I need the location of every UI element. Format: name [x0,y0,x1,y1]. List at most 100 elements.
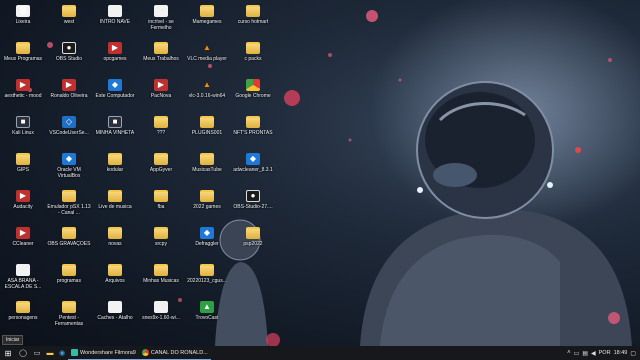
desktop-icon[interactable]: ▶ Ronaldo Oliveira [46,76,92,112]
desktop-icon[interactable]: curso hotmart [230,2,276,38]
search-icon: ◯ [19,350,27,357]
desktop-icon[interactable]: MusicasTube [184,150,230,186]
search-button[interactable]: ◯ [16,346,30,360]
desktop-icon-label: west [63,19,75,25]
folder-icon [62,264,76,276]
notification-icon[interactable]: ▢ [630,350,636,357]
desktop-icon[interactable]: Live de musica [92,187,138,223]
desktop-icon[interactable]: Emulador pSX 1.13 - Canal ... [46,187,92,223]
desktop-icon[interactable]: GIPS [0,150,46,186]
desktop-icon[interactable]: Caches - Atalho [92,298,138,334]
desktop-icon[interactable]: PLUGINS001 [184,113,230,149]
desktop-icon[interactable]: kodular [92,150,138,186]
task-view-button[interactable]: ▭ [30,346,44,360]
edge-icon: ◉ [58,350,66,357]
desktop-icon[interactable]: INTRO NAVE [92,2,138,38]
desktop-icon[interactable]: ASA BRANA - ESCALA DE S... [0,261,46,297]
desktop-icon-label: MINHA VINHETA [95,130,135,136]
file-icon: 🗑 [16,5,30,17]
desktop-icon[interactable]: fba [138,187,184,223]
desktop-icon-label: Este Computador [95,93,135,99]
desktop-icon-label: MusicasTube [192,167,222,173]
folder-icon [154,42,168,54]
desktop-icon[interactable]: incrível - se Fermelho [138,2,184,38]
app-icon: ▶ [108,42,122,54]
desktop-icon[interactable]: 20220123_cgus... [184,261,230,297]
language-indicator[interactable]: POR [599,350,611,356]
desktop-icon[interactable]: Meus Trabalhos [138,39,184,75]
folder-icon [200,190,214,202]
desktop-icon[interactable]: ▲ VLC media player [184,39,230,75]
desktop-icon-label: VLC media player [187,56,227,62]
obs-icon: ● [246,190,260,202]
desktop-icon[interactable]: ▶ Audacity [0,187,46,223]
start-button[interactable]: ⊞ [0,346,16,360]
desktop-icon-label: incrível - se Fermelho [148,19,174,31]
desktop-icon[interactable]: Pentest - Ferramentas [46,298,92,334]
desktop-icon[interactable]: ▶ PacNova [138,76,184,112]
desktop-icon-label: Google Chrome [235,93,271,99]
desktop-icon[interactable]: ▲ TrovoCast [184,298,230,334]
desktop-icon[interactable]: ■ MINHA VINHETA [92,113,138,149]
desktop-icon-label: PacNova [150,93,172,99]
desktop-icon[interactable]: ● OBS Studio [46,39,92,75]
desktop-icon-label: VSCodeUserSe... [49,130,89,136]
desktop-icon[interactable]: ▶ aesthetic - mood [0,76,46,112]
desktop-icon[interactable]: ◆ Defraggler [184,224,230,260]
desktop-icon[interactable]: 🗑 Lixeira [0,2,46,38]
vlc-cone-icon: ▲ [203,43,211,52]
desktop-icon[interactable]: ◆ Oracle VM VirtualBox [46,150,92,186]
desktop-icon[interactable]: NFT'S PRONTAS [230,113,276,149]
file-icon [108,301,122,313]
desktop-icon[interactable]: ■ Kali Linux [0,113,46,149]
desktop-icon[interactable]: Meus Programas [0,39,46,75]
vscode-icon: ◇ [62,116,76,128]
desktop-icon-label: curso hotmart [237,19,269,25]
taskbar-app-filmora[interactable]: Wondershare Filmora9 [68,346,139,360]
desktop-icon[interactable]: ◆ adwcleaner_8.3.1 [230,150,276,186]
desktop-icon[interactable]: ◇ VSCodeUserSe... [46,113,92,149]
folder-icon [62,301,76,313]
volume-icon[interactable]: ◀ [591,350,596,357]
desktop-icon[interactable]: 2022 games [184,187,230,223]
desktop-icon[interactable]: AppGyver [138,150,184,186]
desktop-icon[interactable]: c packs [230,39,276,75]
windows-logo-icon: ⊞ [4,348,12,358]
desktop-icon[interactable]: ◆ Este Computador [92,76,138,112]
desktop-icon[interactable]: ● OBS-Studio-27.... [230,187,276,223]
taskbar-app-chrome[interactable]: CANAL DO RONALD... [138,346,211,360]
chrome-icon [246,79,260,91]
desktop-icon[interactable]: OBS GRAVAÇÕES [46,224,92,260]
system-tray: ˄ ▭ ▤ ◀ POR 18:49 ▢ [567,346,640,360]
edge-pinned[interactable]: ◉ [56,346,68,360]
desktop-icon[interactable]: ??? [138,113,184,149]
desktop-icon[interactable]: Minhas Musicas [138,261,184,297]
desktop-icon-label: AppGyver [149,167,173,173]
desktop-icon[interactable]: ▶ opcgames [92,39,138,75]
network-icon[interactable]: ▤ [582,350,588,357]
desktop-icon[interactable]: Mamegames [184,2,230,38]
desktop-icon[interactable]: psp2022 [230,224,276,260]
desktop-icon[interactable]: snes9x-1.60-wi... [138,298,184,334]
file-explorer-pinned[interactable]: ▬ [44,346,56,360]
desktop-icon[interactable]: programas [46,261,92,297]
desktop-icon[interactable]: personagens [0,298,46,334]
folder-icon [108,190,122,202]
battery-icon[interactable]: ▭ [574,350,580,357]
file-icon [16,264,30,276]
obs-icon: ● [62,42,76,54]
desktop-icon[interactable]: Arquivos [92,261,138,297]
clock[interactable]: 18:49 [614,350,628,356]
desktop-icon[interactable]: novas [92,224,138,260]
desktop-icon[interactable]: Google Chrome [230,76,276,112]
desktop-icon[interactable]: west [46,2,92,38]
desktop-icon[interactable]: ▲ vlc-3.0.16-win64 [184,76,230,112]
folder-icon [154,190,168,202]
desktop-icon[interactable]: srcpy [138,224,184,260]
chevron-up-icon[interactable]: ˄ [567,350,571,356]
desktop-icon-label: Minhas Musicas [143,278,179,284]
folder-icon [62,227,76,239]
desktop-icon[interactable]: ▶ CCleaner [0,224,46,260]
folder-icon [154,264,168,276]
folder-icon [62,5,76,17]
